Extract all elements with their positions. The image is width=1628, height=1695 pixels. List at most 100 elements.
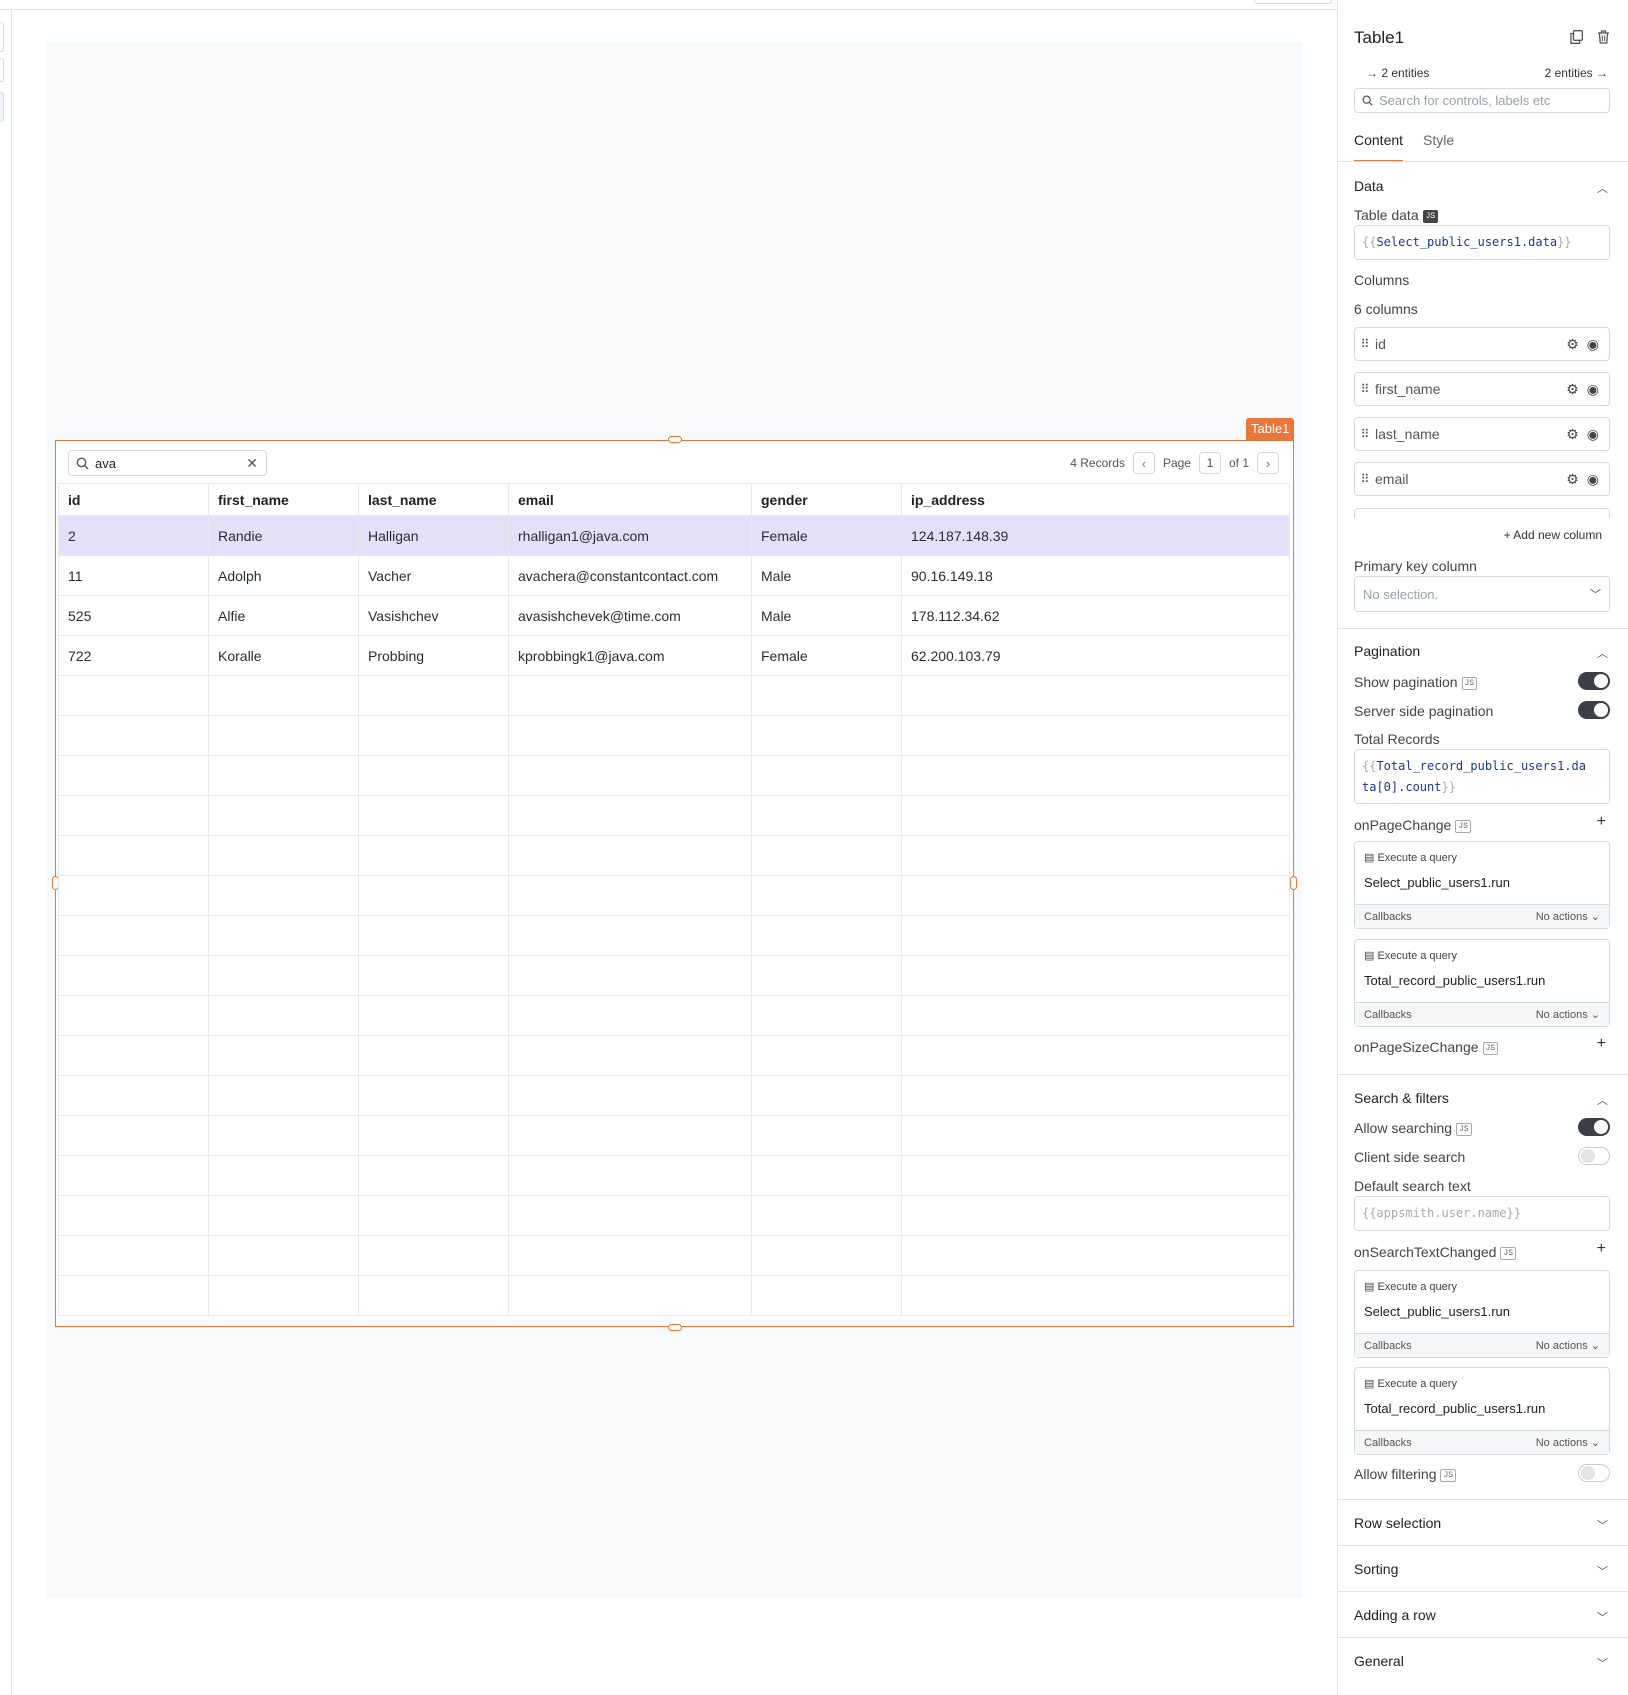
chevron-down-icon[interactable]: ﹀ (1597, 1517, 1608, 1533)
table-row[interactable]: 525 Alfie Vasishchev avasishchevek@time.… (58, 595, 1290, 636)
allow-searching-toggle[interactable] (1578, 1118, 1610, 1136)
column-item-last-name[interactable]: ⠿ last_name ⚙ ◉ (1354, 417, 1610, 451)
widget-name-tag[interactable]: Table1 (1246, 418, 1295, 440)
callbacks-bar[interactable]: Callbacks No actions ⌄ (1355, 904, 1609, 928)
add-column-label: Add new column (1513, 528, 1602, 542)
total-records-input[interactable]: {{Total_record_public_users1.da ta[0].cou… (1354, 749, 1610, 804)
prev-page-button[interactable]: ‹ (1132, 452, 1155, 474)
column-header[interactable]: id (58, 483, 209, 516)
eye-icon[interactable]: ◉ (1587, 426, 1599, 443)
section-data-title[interactable]: Data (1354, 178, 1384, 194)
section-general[interactable]: General (1354, 1653, 1404, 1669)
callbacks-bar[interactable]: Callbacks No actions ⌄ (1355, 1430, 1609, 1454)
gear-icon[interactable]: ⚙ (1566, 381, 1579, 398)
column-item-first-name[interactable]: ⠿ first_name ⚙ ◉ (1354, 372, 1610, 406)
property-tabs: Content Style (1354, 132, 1454, 162)
default-search-label: Default search text (1354, 1178, 1471, 1194)
table-row[interactable]: 11 Adolph Vacher avachera@constantcontac… (58, 555, 1290, 596)
show-pagination-toggle[interactable] (1578, 672, 1610, 690)
empty-table-cell (58, 795, 209, 836)
section-sorting[interactable]: Sorting (1354, 1561, 1398, 1577)
server-side-pagination-toggle[interactable] (1578, 701, 1610, 719)
add-action-button[interactable]: + (1597, 1035, 1606, 1053)
section-divider (1338, 628, 1628, 629)
js-toggle-icon[interactable]: JS (1482, 1041, 1499, 1055)
resize-handle-bottom[interactable] (668, 1324, 682, 1331)
incoming-entities[interactable]: → 2 entities (1366, 66, 1429, 80)
section-adding-row[interactable]: Adding a row (1354, 1607, 1436, 1623)
eye-icon[interactable]: ◉ (1587, 336, 1599, 353)
column-item-email[interactable]: ⠿ email ⚙ ◉ (1354, 462, 1610, 496)
chevron-down-icon[interactable]: ﹀ (1597, 1609, 1608, 1625)
clear-search-icon[interactable]: ✕ (246, 455, 258, 472)
drag-handle-icon[interactable]: ⠿ (1355, 427, 1375, 441)
callbacks-bar[interactable]: Callbacks No actions ⌄ (1355, 1002, 1609, 1026)
section-pagination-title[interactable]: Pagination (1354, 643, 1420, 659)
table-search-input[interactable] (95, 455, 235, 471)
add-column-button[interactable]: + Add new column (1504, 528, 1602, 542)
empty-table-cell (751, 1275, 902, 1316)
chevron-up-icon[interactable]: ︿ (1597, 1092, 1608, 1108)
eye-icon[interactable]: ◉ (1587, 381, 1599, 398)
tab-style[interactable]: Style (1423, 132, 1454, 162)
column-header[interactable]: ip_address (901, 483, 1290, 516)
tab-content[interactable]: Content (1354, 132, 1404, 162)
table-row[interactable]: 2 Randie Halligan rhalligan1@java.com Fe… (58, 515, 1290, 556)
column-header[interactable]: first_name (208, 483, 359, 516)
gear-icon[interactable]: ⚙ (1566, 471, 1579, 488)
column-header[interactable]: gender (751, 483, 902, 516)
section-divider (1338, 1637, 1628, 1638)
section-search-filters-title[interactable]: Search & filters (1354, 1090, 1449, 1106)
delete-icon[interactable] (1597, 30, 1610, 49)
empty-table-cell (58, 1155, 209, 1196)
action-total-records[interactable]: ▤ Execute a query Total_record_public_us… (1354, 1367, 1610, 1455)
js-toggle-icon[interactable]: JS (1440, 1468, 1457, 1482)
next-page-button[interactable]: › (1257, 452, 1279, 474)
resize-handle-right[interactable] (1290, 876, 1297, 890)
section-row-selection[interactable]: Row selection (1354, 1515, 1441, 1531)
table-cell: Male (751, 595, 902, 636)
action-total-records[interactable]: ▤ Execute a query Total_record_public_us… (1354, 939, 1610, 1027)
arrow-right-icon: → (1366, 66, 1382, 80)
table-data-input[interactable]: {{Select_public_users1.data}} (1354, 225, 1610, 260)
add-action-button[interactable]: + (1597, 1240, 1606, 1258)
column-item-id[interactable]: ⠿ id ⚙ ◉ (1354, 327, 1610, 361)
empty-table-cell (508, 1195, 752, 1236)
js-toggle-icon[interactable]: JS (1500, 1246, 1517, 1260)
empty-table-cell (358, 995, 509, 1036)
js-toggle-icon[interactable]: JS (1461, 676, 1478, 690)
js-toggle-icon[interactable]: JS (1456, 1122, 1472, 1136)
property-search[interactable]: Search for controls, labels etc (1354, 88, 1610, 113)
table-cell: Vasishchev (358, 595, 509, 636)
drag-handle-icon[interactable]: ⠿ (1355, 472, 1375, 486)
js-toggle-icon[interactable]: JS (1455, 819, 1471, 833)
copy-icon[interactable] (1570, 30, 1583, 49)
column-header[interactable]: email (508, 483, 752, 516)
gear-icon[interactable]: ⚙ (1566, 426, 1579, 443)
js-toggle-icon[interactable]: JS (1422, 209, 1439, 223)
table-widget[interactable]: ✕ 4 Records ‹ Page 1 of 1 › id first_nam… (52, 436, 1297, 1331)
top-toolbar-button[interactable] (1254, 0, 1332, 4)
column-header[interactable]: last_name (358, 483, 509, 516)
allow-filtering-toggle[interactable] (1578, 1464, 1610, 1482)
chevron-down-icon[interactable]: ﹀ (1597, 1655, 1608, 1671)
callbacks-bar[interactable]: Callbacks No actions ⌄ (1355, 1333, 1609, 1357)
chevron-down-icon[interactable]: ﹀ (1597, 1563, 1608, 1579)
primary-key-select[interactable]: No selection. ﹀ (1354, 576, 1610, 612)
outgoing-entities[interactable]: 2 entities → (1545, 66, 1608, 80)
drag-handle-icon[interactable]: ⠿ (1355, 337, 1375, 351)
client-side-search-toggle[interactable] (1578, 1147, 1610, 1165)
add-action-button[interactable]: + (1597, 813, 1606, 831)
page-number-input[interactable]: 1 (1198, 452, 1221, 474)
chevron-up-icon[interactable]: ︿ (1597, 180, 1608, 196)
default-search-input[interactable]: {{appsmith.user.name}} (1354, 1196, 1610, 1231)
gear-icon[interactable]: ⚙ (1566, 336, 1579, 353)
primary-key-value: No selection. (1363, 586, 1439, 602)
widget-title[interactable]: Table1 (1354, 28, 1404, 48)
drag-handle-icon[interactable]: ⠿ (1355, 382, 1375, 396)
chevron-up-icon[interactable]: ︿ (1597, 645, 1608, 661)
action-select-users[interactable]: ▤ Execute a query Select_public_users1.r… (1354, 841, 1610, 929)
action-select-users[interactable]: ▤ Execute a query Select_public_users1.r… (1354, 1270, 1610, 1358)
table-row[interactable]: 722 Koralle Probbing kprobbingk1@java.co… (58, 635, 1290, 676)
eye-icon[interactable]: ◉ (1587, 471, 1599, 488)
